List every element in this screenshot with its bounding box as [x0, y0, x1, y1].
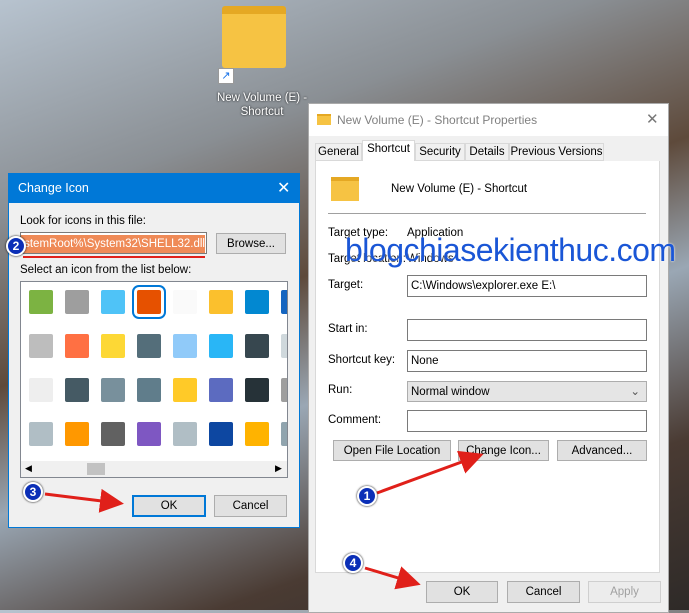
step-badge-1: 1: [357, 486, 377, 506]
step-badge-4: 4: [343, 553, 363, 573]
annotation-arrows: [44, 450, 484, 590]
arrow-1: [376, 450, 484, 495]
arrow-3: [44, 488, 124, 513]
step-badge-2: 2: [6, 236, 26, 256]
step-badge-3: 3: [23, 482, 43, 502]
arrow-4: [364, 566, 421, 590]
